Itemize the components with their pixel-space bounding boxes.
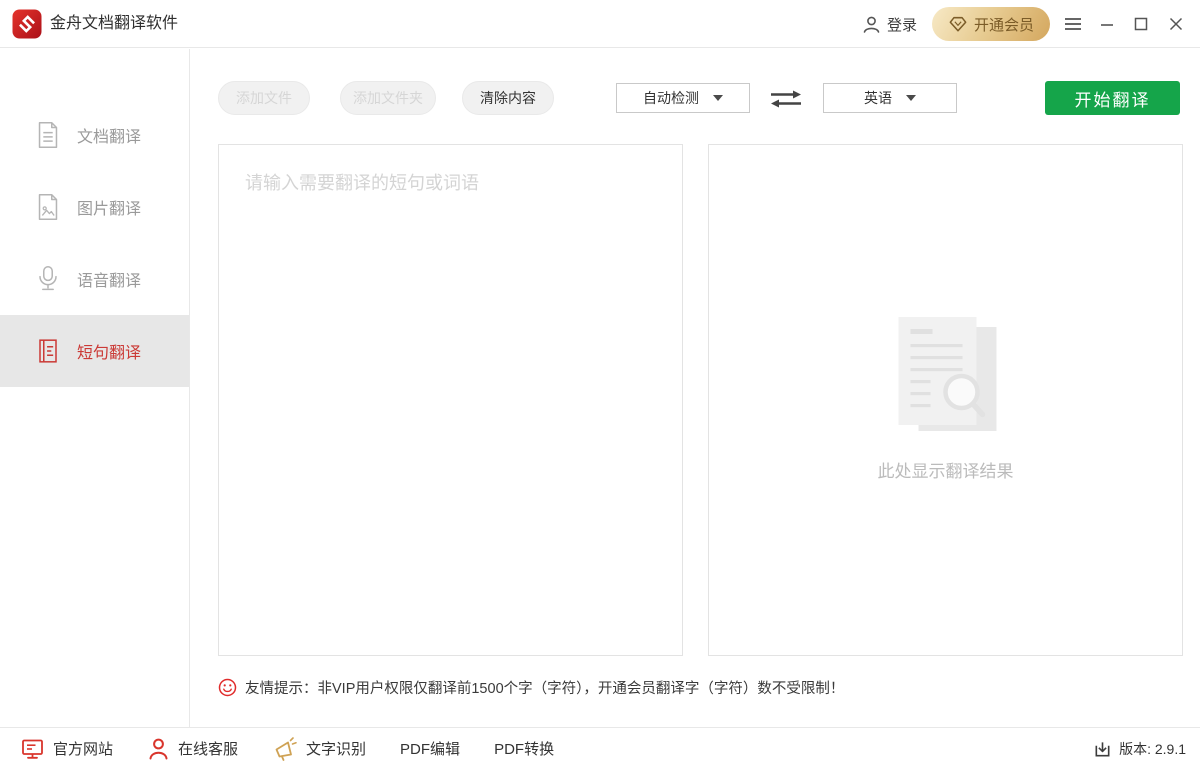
- footer-link-label: 官方网站: [53, 741, 114, 758]
- footer-link-label: PDF转换: [494, 741, 555, 758]
- footer-link-customer-service[interactable]: 在线客服: [147, 737, 238, 761]
- source-text-panel: [218, 144, 683, 656]
- phrase-list-icon: [39, 339, 57, 363]
- login-button[interactable]: 登录: [862, 0, 917, 48]
- source-text-input[interactable]: [219, 145, 682, 655]
- maximize-button[interactable]: [1128, 11, 1154, 37]
- swap-languages-button[interactable]: [767, 87, 805, 111]
- footer-link-pdf-convert[interactable]: PDF转换: [494, 738, 554, 759]
- app-title: 金舟文档翻译软件: [50, 15, 179, 32]
- download-update-icon: [1095, 741, 1110, 756]
- version-text: 版本: 2.9.1: [1119, 741, 1186, 757]
- close-button[interactable]: [1163, 11, 1189, 37]
- target-language-select[interactable]: 英语: [823, 83, 957, 113]
- app-logo-icon: [12, 9, 42, 39]
- footer-link-pdf-edit[interactable]: PDF编辑: [400, 738, 460, 759]
- sidebar-item-label: 语音翻译: [77, 273, 142, 290]
- open-vip-button[interactable]: 开通会员: [932, 7, 1050, 41]
- footer-link-ocr[interactable]: 文字识别: [272, 736, 366, 762]
- menu-button[interactable]: [1060, 11, 1086, 37]
- document-icon: [38, 122, 58, 148]
- clear-content-button[interactable]: 清除内容: [462, 81, 554, 115]
- smiley-icon: [218, 678, 237, 697]
- vip-tip: 友情提示：非VIP用户权限仅翻译前1500个字（字符），开通会员翻译字（字符）数…: [218, 677, 844, 698]
- start-translate-button[interactable]: 开始翻译: [1045, 81, 1180, 115]
- login-label: 登录: [887, 16, 918, 34]
- vip-diamond-icon: [949, 16, 967, 32]
- sidebar-item-document-translate[interactable]: 文档翻译: [0, 99, 189, 171]
- close-icon: [1169, 17, 1183, 31]
- megaphone-icon: [275, 736, 297, 761]
- vip-tip-text: 友情提示：非VIP用户权限仅翻译前1500个字（字符），开通会员翻译字（字符）数…: [245, 681, 845, 697]
- user-icon: [863, 16, 880, 33]
- minimize-icon: [1101, 24, 1113, 26]
- add-folder-button[interactable]: 添加文件夹: [340, 81, 436, 115]
- image-icon: [38, 194, 58, 220]
- add-file-button[interactable]: 添加文件: [218, 81, 310, 115]
- menu-icon: [1065, 18, 1081, 30]
- footer-link-official-site[interactable]: 官方网站: [20, 737, 113, 761]
- footer-link-label: 文字识别: [306, 741, 367, 758]
- titlebar: 金舟文档翻译软件 登录 开通会员: [0, 0, 1200, 48]
- app-window: 金舟文档翻译软件 登录 开通会员 文档翻译 图片翻译 语音翻译 短句翻译 添加文…: [0, 0, 1200, 769]
- result-panel: 此处显示翻译结果: [708, 144, 1183, 656]
- footer-link-label: 在线客服: [178, 741, 239, 758]
- chevron-down-icon: [713, 95, 723, 101]
- sidebar: 文档翻译 图片翻译 语音翻译 短句翻译: [0, 49, 190, 727]
- customer-service-person-icon: [149, 738, 168, 759]
- start-translate-label: 开始翻译: [1074, 90, 1151, 110]
- minimize-button[interactable]: [1094, 11, 1120, 37]
- source-language-value: 自动检测: [643, 90, 699, 106]
- swap-arrows-icon: [771, 90, 801, 108]
- sidebar-item-phrase-translate[interactable]: 短句翻译: [0, 315, 189, 387]
- microphone-icon: [39, 266, 57, 291]
- sidebar-item-label: 图片翻译: [77, 201, 142, 218]
- footer-link-label: PDF编辑: [400, 741, 461, 758]
- result-placeholder-graphic: [898, 317, 996, 431]
- maximize-icon: [1134, 17, 1148, 31]
- sidebar-item-voice-translate[interactable]: 语音翻译: [0, 243, 189, 315]
- chevron-down-icon: [906, 95, 916, 101]
- version-info[interactable]: 版本: 2.9.1: [1093, 728, 1186, 769]
- monitor-icon: [22, 739, 43, 759]
- open-vip-label: 开通会员: [973, 16, 1034, 34]
- source-language-select[interactable]: 自动检测: [616, 83, 750, 113]
- result-placeholder-text: 此处显示翻译结果: [877, 462, 1014, 481]
- sidebar-item-image-translate[interactable]: 图片翻译: [0, 171, 189, 243]
- footer: 官方网站 在线客服 文字识别 PDF编辑 PDF转换 版本: 2.9.1: [0, 727, 1200, 769]
- target-language-value: 英语: [864, 90, 892, 106]
- main-content: 添加文件 添加文件夹 清除内容 自动检测 英语 开始翻译 请输入需要翻译的短句或…: [191, 49, 1200, 727]
- sidebar-item-label: 文档翻译: [77, 129, 142, 146]
- sidebar-item-label: 短句翻译: [77, 345, 142, 362]
